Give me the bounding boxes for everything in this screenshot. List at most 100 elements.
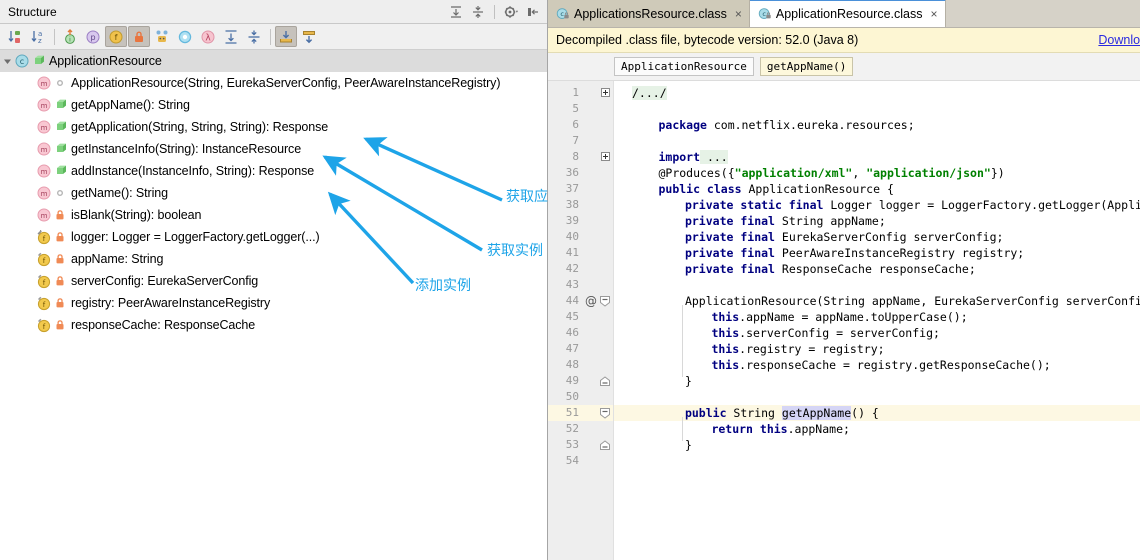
show-interfaces-icon[interactable]	[174, 26, 196, 47]
close-icon[interactable]: ×	[930, 8, 937, 20]
tree-item[interactable]: f registry: PeerAwareInstanceRegistry	[0, 292, 547, 314]
line-number: 53	[565, 438, 579, 451]
tree-item[interactable]: m getInstanceInfo(String): InstanceResour…	[0, 138, 547, 160]
line-number: 38	[565, 198, 579, 211]
svg-text:m: m	[41, 146, 48, 154]
tree-item[interactable]: f logger: Logger = LoggerFactory.getLogge…	[0, 226, 547, 248]
line-number: 5	[572, 102, 579, 115]
tree-item[interactable]: m getAppName(): String	[0, 94, 547, 116]
code-line: @Produces({"application/xml", "applicati…	[658, 165, 1004, 181]
sort-by-visibility-icon[interactable]	[4, 26, 26, 47]
code-line: package com.netflix.eureka.resources;	[658, 117, 914, 133]
fold-start-icon[interactable]	[599, 293, 611, 309]
method-icon: m	[37, 120, 51, 134]
line-number: 48	[565, 358, 579, 371]
code-token: "application/xml"	[734, 166, 853, 180]
fold-start-icon[interactable]	[599, 405, 611, 421]
expand-fold-icon[interactable]	[601, 152, 610, 161]
editor-tabbar: c ApplicationsResource.class × c Application…	[548, 0, 1140, 28]
expand-all-icon[interactable]	[446, 2, 466, 22]
svg-text:f: f	[115, 33, 118, 42]
tree-root-item[interactable]: c ApplicationResource	[0, 50, 547, 72]
public-badge-icon	[57, 99, 66, 108]
code-token: import	[658, 150, 701, 164]
svg-text:m: m	[41, 80, 48, 88]
close-icon[interactable]: ×	[735, 8, 742, 20]
tree-item-label: getInstanceInfo(String): InstanceResourc…	[71, 142, 302, 156]
breadcrumb-chip[interactable]: getAppName()	[759, 57, 854, 76]
editor-gutter[interactable]: 1 5 6 7 8 36 37 38 39 40 41 42 43 44 @45 46 47 48 49 50 51 52…	[548, 81, 614, 560]
breadcrumb-chip[interactable]: ApplicationResource	[614, 57, 754, 76]
tree-item[interactable]: f serverConfig: EurekaServerConfig	[0, 270, 547, 292]
show-anonymous-classes-icon[interactable]	[151, 26, 173, 47]
notice-text: Decompiled .class file, bytecode version…	[556, 33, 859, 47]
line-number: 40	[565, 230, 579, 243]
class-file-locked-icon: c	[758, 8, 771, 19]
sort-alphabetically-icon[interactable]: a z	[27, 26, 49, 47]
code-token: "application/json"	[866, 166, 991, 180]
indent-guide	[681, 305, 683, 377]
tree-item[interactable]: m isBlank(String): boolean	[0, 204, 547, 226]
method-icon: m	[37, 76, 51, 90]
code-line: private final EurekaServerConfig serverC…	[685, 229, 1004, 245]
tree-item-label: registry: PeerAwareInstanceRegistry	[71, 296, 271, 310]
code-token: private final	[684, 230, 775, 244]
code-line: private final ResponseCache responseCach…	[685, 261, 976, 277]
line-number: 7	[572, 134, 579, 147]
autoscroll-from-source-icon[interactable]	[298, 26, 320, 47]
method-icon: m	[37, 208, 51, 222]
code-line: public class ApplicationResource {	[658, 181, 893, 197]
tree-item-label: ApplicationResource(String, EurekaServer…	[71, 76, 501, 90]
collapse-all-icon[interactable]	[243, 26, 265, 47]
line-number: 52	[565, 422, 579, 435]
annotation-gutter-icon[interactable]: @	[584, 293, 598, 309]
class-file-locked-icon: c	[556, 7, 569, 19]
show-inherited-icon[interactable]: i	[59, 26, 81, 47]
hide-panel-icon[interactable]	[523, 2, 543, 22]
method-icon: m	[37, 186, 51, 200]
code-token: @Produces({	[658, 166, 735, 180]
code-text-area[interactable]: /.../ package com.netflix.eureka.resource…	[614, 81, 1140, 560]
code-token: private final	[684, 214, 775, 228]
code-token: ApplicationResource(String appName, Eure…	[684, 294, 1140, 308]
tree-item[interactable]: f appName: String	[0, 248, 547, 270]
package-badge-icon	[57, 79, 63, 86]
structure-toolbar: a z i p f λ	[0, 24, 547, 50]
tree-item[interactable]: m addInstance(InstanceInfo, String): Resp…	[0, 160, 547, 182]
show-non-public-icon[interactable]	[128, 26, 150, 47]
fold-end-icon[interactable]	[599, 437, 611, 453]
code-token: this	[711, 326, 740, 340]
collapse-all-icon[interactable]	[468, 2, 488, 22]
fold-end-icon[interactable]	[599, 373, 611, 389]
editor-tab[interactable]: c ApplicationsResource.class ×	[548, 0, 750, 27]
chevron-down-icon[interactable]	[0, 50, 14, 72]
expand-fold-icon[interactable]	[601, 88, 610, 97]
editor-tab[interactable]: c ApplicationResource.class ×	[749, 0, 946, 27]
show-lambdas-icon[interactable]: λ	[197, 26, 219, 47]
download-link[interactable]: Download	[1098, 33, 1140, 47]
structure-panel-header: Structure	[0, 0, 547, 24]
svg-text:p: p	[90, 33, 95, 42]
code-editor[interactable]: 1 5 6 7 8 36 37 38 39 40 41 42 43 44 @45 46 47 48 49 50 51 52…	[548, 81, 1140, 560]
autoscroll-to-source-icon[interactable]	[275, 26, 297, 47]
code-line: public String getAppName() {	[685, 405, 879, 421]
tree-item[interactable]: m getName(): String	[0, 182, 547, 204]
code-token: ...	[700, 150, 728, 164]
line-number: 51	[565, 406, 579, 419]
code-token: private static final	[684, 198, 824, 212]
code-token: Logger logger = LoggerFactory.getLogger(…	[830, 198, 1140, 212]
gear-icon[interactable]	[501, 2, 521, 22]
code-line: this.registry = registry;	[711, 341, 884, 357]
show-fields-icon[interactable]: f	[105, 26, 127, 47]
tree-item[interactable]: m ApplicationResource(String, EurekaServe…	[0, 72, 547, 94]
code-token: this	[711, 310, 740, 324]
tree-item[interactable]: f responseCache: ResponseCache	[0, 314, 547, 336]
tree-item[interactable]: m getApplication(String, String, String):…	[0, 116, 547, 138]
show-properties-icon[interactable]: p	[82, 26, 104, 47]
line-number: 54	[565, 454, 579, 467]
expand-all-icon[interactable]	[220, 26, 242, 47]
public-badge-icon	[57, 121, 66, 130]
structure-tree[interactable]: c ApplicationResource m ApplicationResource…	[0, 50, 547, 560]
code-token: ApplicationResource {	[741, 182, 894, 196]
code-line: private final String appName;	[685, 213, 886, 229]
